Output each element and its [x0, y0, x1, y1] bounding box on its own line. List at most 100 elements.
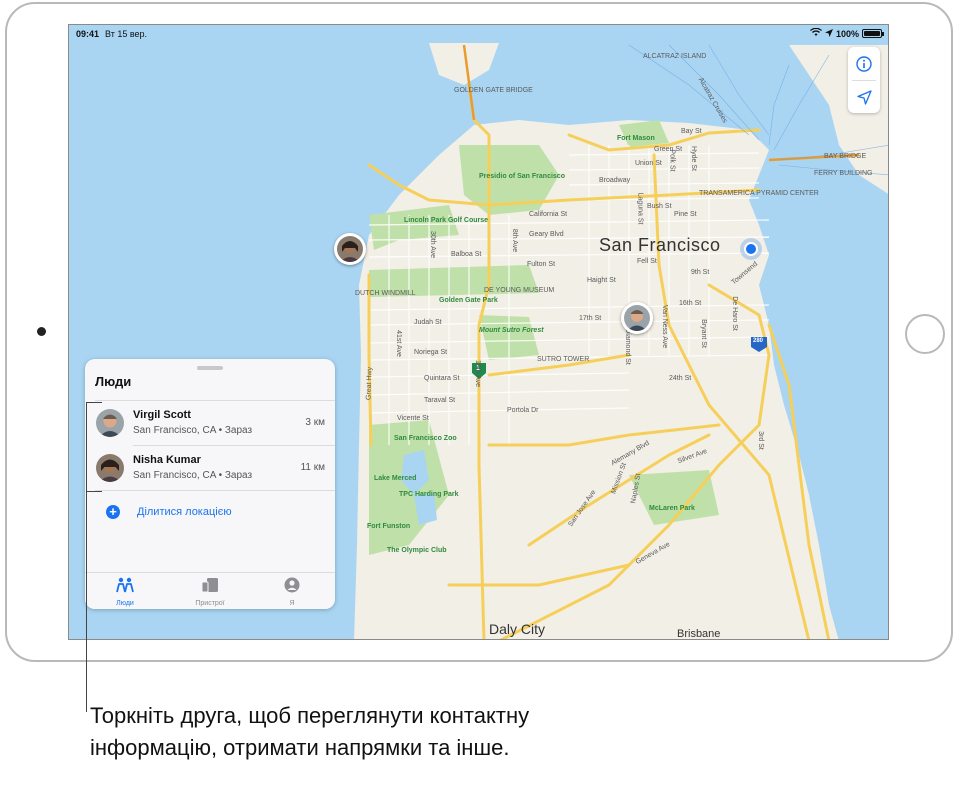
- label-de-haro: De Haro St: [730, 296, 738, 331]
- callout-text: Торкніть друга, щоб переглянути контактн…: [90, 703, 530, 760]
- person-location: San Francisco, CA • Зараз: [133, 425, 253, 436]
- share-location-button[interactable]: + Ділитися локацією: [85, 497, 335, 527]
- status-date: Вт 15 вер.: [105, 29, 148, 39]
- callout-bracket-top: [86, 402, 102, 403]
- label-noriega: Noriega St: [414, 349, 448, 356]
- label-9th: 9th St: [691, 269, 710, 276]
- locate-me-button[interactable]: [848, 81, 880, 114]
- screen: 1 280 ALCATRAZ ISLAND GOLDEN GATE BRIDGE…: [68, 24, 889, 640]
- avatar: [96, 409, 124, 437]
- label-alcatraz: ALCATRAZ ISLAND: [643, 53, 707, 60]
- label-mount-sutro: Mount Sutro Forest: [479, 327, 544, 334]
- label-brisbane: Brisbane: [677, 628, 721, 640]
- label-lincoln-park: Lincoln Park Golf Course: [404, 217, 489, 224]
- label-balboa: Balboa St: [451, 251, 482, 258]
- label-judah: Judah St: [414, 319, 442, 326]
- friend-pin-virgil[interactable]: [621, 302, 653, 334]
- info-button[interactable]: [848, 47, 880, 80]
- people-icon: [116, 577, 134, 593]
- home-button[interactable]: [905, 314, 945, 354]
- avatar: [624, 305, 650, 331]
- label-24th: 24th St: [669, 375, 692, 382]
- label-golden-gate-park: Golden Gate Park: [439, 297, 498, 304]
- devices-icon: [201, 578, 218, 593]
- map-controls: [848, 47, 880, 113]
- label-union-st: Union St: [635, 160, 662, 167]
- label-8th: 8th Ave: [511, 228, 519, 253]
- avatar: [337, 236, 363, 262]
- callout-line: [86, 447, 87, 712]
- person-name: Nisha Kumar: [133, 454, 201, 466]
- location-arrow-icon: [824, 28, 833, 39]
- label-pine: Pine St: [674, 211, 697, 218]
- label-bay-st: Bay St: [681, 128, 702, 135]
- person-location: San Francisco, CA • Зараз: [133, 470, 253, 481]
- battery-percent: 100%: [835, 28, 859, 39]
- front-camera: [37, 327, 46, 336]
- label-broadway: Broadway: [599, 177, 631, 184]
- list-item-virgil-scott[interactable]: Virgil Scott San Francisco, CA • Зараз 3…: [85, 401, 335, 445]
- status-bar: 09:41 Вт 15 вер. 100%: [69, 25, 888, 43]
- label-fulton: Fulton St: [527, 261, 556, 268]
- people-panel: Люди Virgil Scott San Francisco, CA • За…: [85, 359, 335, 609]
- label-tpc-harding: TPC Harding Park: [399, 491, 459, 498]
- label-16th: 16th St: [679, 300, 702, 307]
- me-icon: [284, 577, 300, 593]
- label-hyde: Hyde St: [689, 146, 697, 171]
- hwy-280-label: 280: [753, 338, 764, 344]
- label-daly-city: Daly City: [489, 621, 546, 637]
- location-arrow-icon: [856, 90, 872, 105]
- share-location-label: Ділитися локацією: [137, 506, 232, 518]
- label-olympic-club: The Olympic Club: [387, 547, 447, 554]
- person-distance: 3 км: [305, 417, 325, 428]
- tab-devices[interactable]: Пристрої: [180, 577, 240, 607]
- label-transamerica: TRANSAMERICA PYRAMID CENTER: [699, 190, 819, 197]
- label-30th: 30th Ave: [429, 230, 437, 259]
- label-17th: 17th St: [579, 315, 602, 322]
- label-presidio: Presidio of San Francisco: [479, 173, 565, 180]
- tab-label: Я: [289, 600, 295, 607]
- panel-grabber[interactable]: [197, 366, 223, 370]
- label-green: Green St: [654, 146, 683, 153]
- tab-bar: Люди Пристрої Я: [85, 572, 335, 609]
- status-indicators: 100%: [810, 27, 884, 39]
- label-19th: 19th Ave: [474, 359, 482, 388]
- label-california-st: California St: [529, 211, 568, 218]
- panel-title: Люди: [95, 374, 132, 389]
- label-dutch-windmill: DUTCH WINDMILL: [355, 290, 416, 297]
- battery-icon: [862, 29, 884, 38]
- label-ferry: FERRY BUILDING: [814, 170, 873, 177]
- label-bay-bridge: BAY BRIDGE: [824, 153, 867, 160]
- list-item-nisha-kumar[interactable]: Nisha Kumar San Francisco, CA • Зараз 11…: [85, 446, 335, 490]
- label-san-francisco: San Francisco: [599, 235, 721, 255]
- label-portola: Portola Dr: [507, 407, 539, 414]
- label-golden-gate: GOLDEN GATE BRIDGE: [454, 87, 533, 94]
- label-haight: Haight St: [587, 277, 616, 284]
- wifi-icon: [810, 27, 822, 39]
- friend-pin-nisha[interactable]: [334, 233, 366, 265]
- label-diamond: Diamond St: [623, 328, 631, 365]
- label-fort-mason: Fort Mason: [617, 135, 655, 142]
- tab-me[interactable]: Я: [262, 577, 322, 607]
- label-vicente: Vicente St: [397, 415, 429, 422]
- label-lake-merced: Lake Merced: [374, 475, 417, 482]
- label-bryant: Bryant St: [699, 319, 707, 348]
- label-van-ness: Van Ness Ave: [661, 304, 669, 349]
- tab-label: Пристрої: [195, 600, 225, 607]
- label-quintara: Quintara St: [424, 375, 460, 382]
- callout-bracket-bottom: [86, 491, 102, 492]
- label-mclaren: McLaren Park: [649, 505, 695, 512]
- divider: [95, 490, 335, 491]
- tab-people[interactable]: Люди: [95, 577, 155, 607]
- info-icon: [856, 55, 872, 72]
- plus-icon: +: [106, 505, 120, 519]
- label-sf-zoo: San Francisco Zoo: [394, 435, 457, 442]
- label-3rd: 3rd St: [756, 431, 764, 450]
- label-fort-funston: Fort Funston: [367, 523, 411, 530]
- person-name: Virgil Scott: [133, 409, 191, 421]
- label-laguna: Laguna St: [636, 192, 644, 225]
- person-distance: 11 км: [300, 462, 325, 473]
- label-de-young: DE YOUNG MUSEUM: [484, 287, 555, 294]
- label-bush: Bush St: [647, 203, 672, 210]
- label-great-hwy: Great Hwy: [365, 366, 374, 401]
